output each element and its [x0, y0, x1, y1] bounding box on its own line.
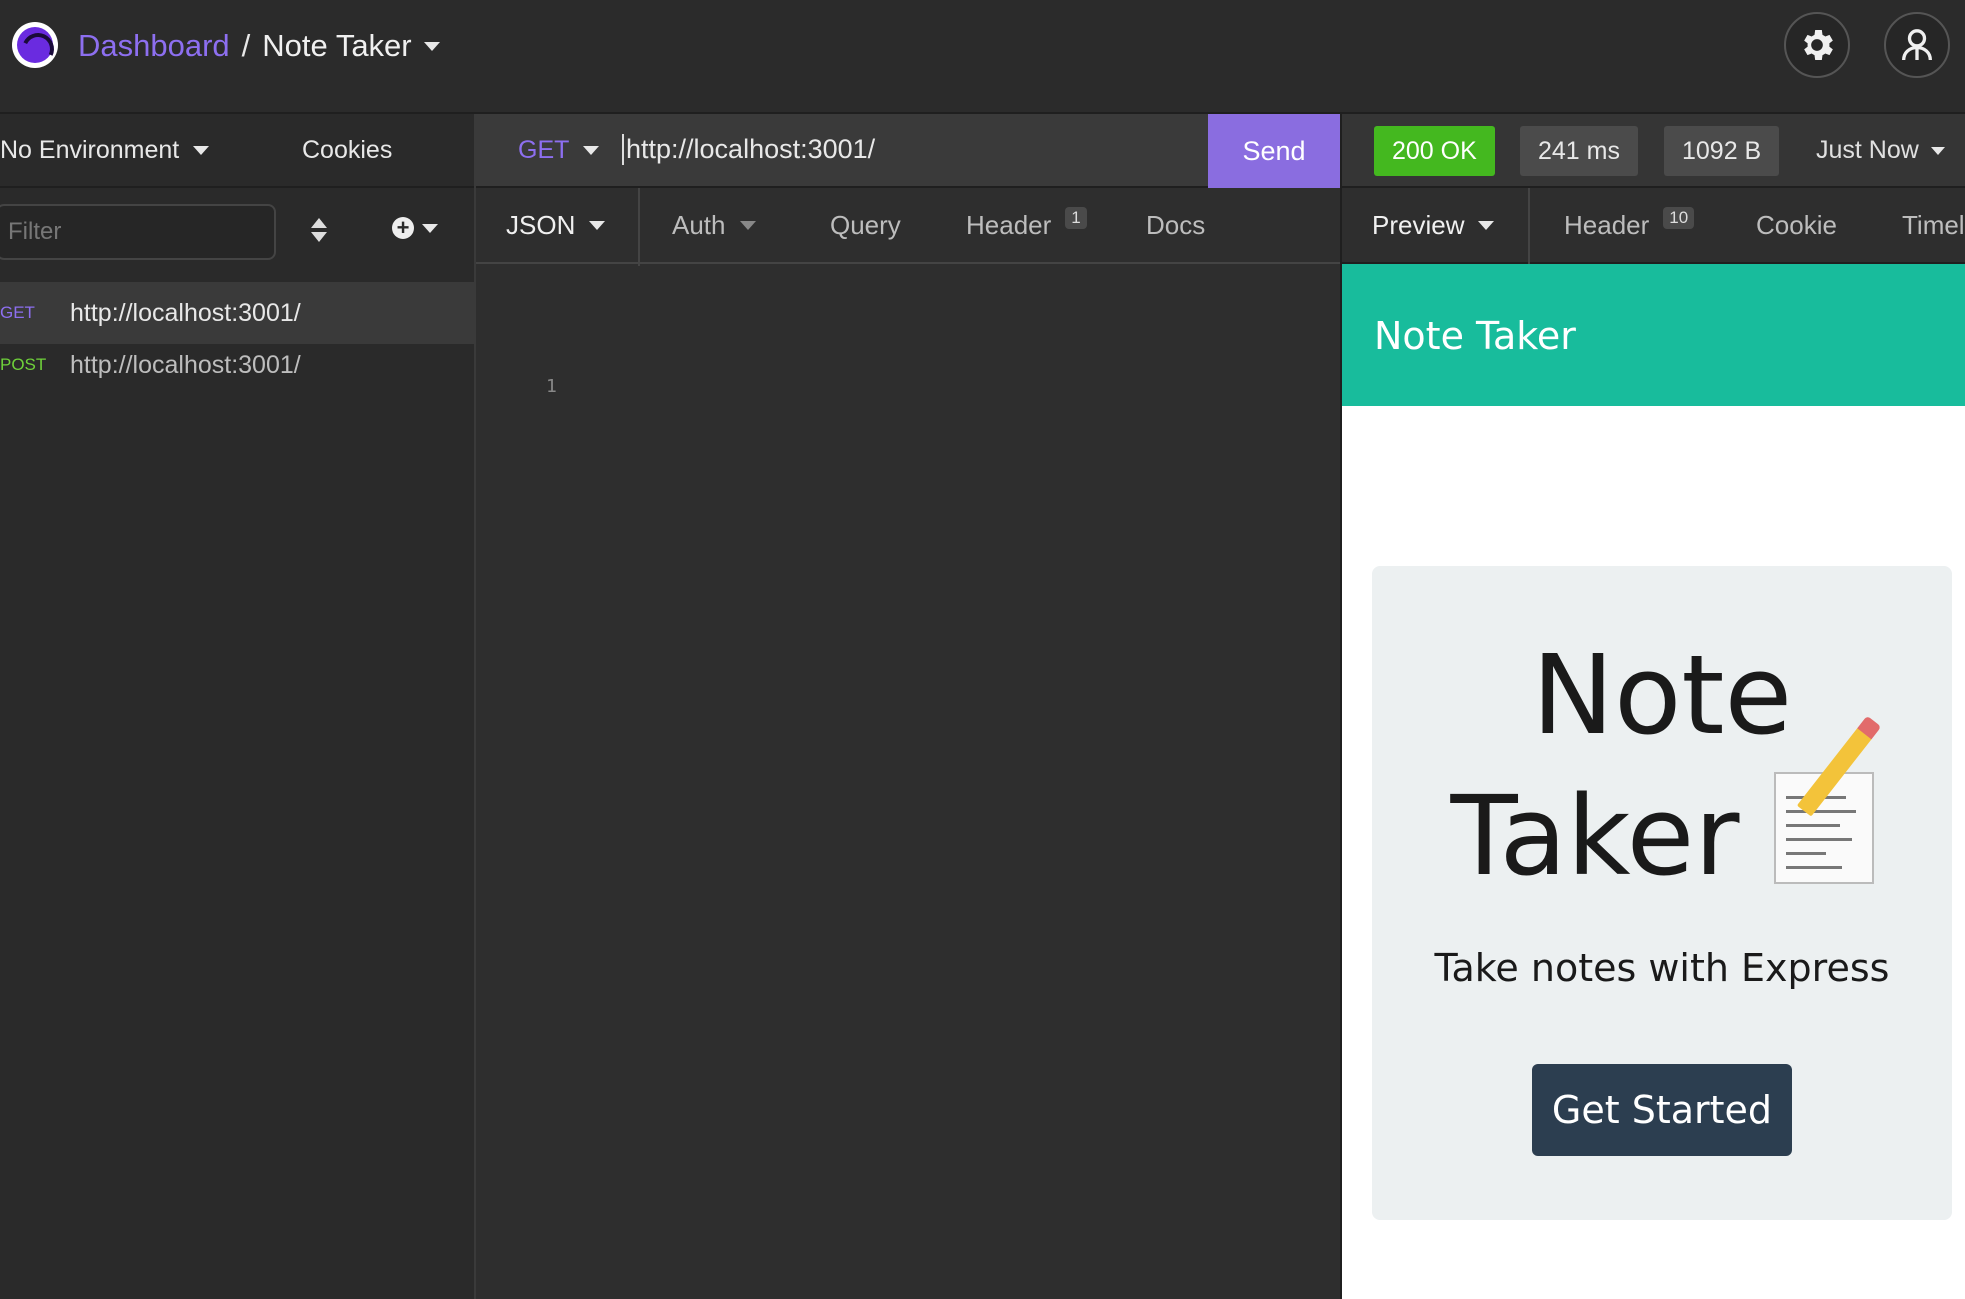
breadcrumb-dashboard-link[interactable]: Dashboard [78, 28, 230, 64]
tab-cookie[interactable]: Cookie [1756, 210, 1837, 241]
tab-response-header-label: Header [1564, 210, 1650, 240]
chevron-down-icon [193, 146, 210, 155]
insomnia-logo-icon [12, 22, 58, 68]
tab-cookie-label: Cookie [1756, 210, 1837, 240]
add-request-button[interactable]: + [392, 217, 438, 239]
chevron-down-icon[interactable] [423, 41, 440, 51]
settings-button[interactable] [1784, 12, 1850, 78]
preview-jumbotron: Note Taker Take notes with Express Get S… [1372, 566, 1952, 1220]
history-label: Just Now [1816, 136, 1919, 164]
preview-title-line2: Taker [1450, 772, 1740, 900]
plus-icon: + [392, 217, 414, 239]
workspace-name[interactable]: Note Taker [262, 28, 411, 64]
tab-timeline-label: Timel [1902, 210, 1965, 240]
memo-icon [1773, 726, 1874, 884]
chevron-down-icon [589, 221, 606, 230]
preview-subtitle: Take notes with Express [1434, 946, 1890, 990]
preview-navbar: Note Taker [1342, 264, 1965, 406]
tab-docs-label: Docs [1146, 210, 1206, 240]
url-bar: GET http://localhost:3001/ Send [476, 114, 1340, 188]
editor-line-number: 1 [546, 376, 557, 397]
chevron-down-icon [583, 146, 600, 155]
tab-body-label: JSON [506, 210, 576, 240]
response-header-count-badge: 10 [1663, 206, 1695, 229]
request-pane: GET http://localhost:3001/ Send JSON Aut… [476, 114, 1340, 1299]
preview-brand[interactable]: Note Taker [1374, 314, 1576, 358]
tab-preview[interactable]: Preview [1372, 210, 1495, 241]
breadcrumb: Dashboard / Note Taker [78, 28, 440, 64]
tab-header[interactable]: Header 1 [966, 206, 1087, 241]
request-tabs: JSON Auth Query Header 1 Docs [476, 188, 1340, 264]
request-item-post[interactable]: POST http://localhost:3001/ [0, 334, 476, 396]
tab-query[interactable]: Query [830, 210, 901, 241]
tab-divider [1528, 188, 1530, 264]
chevron-down-icon [739, 221, 756, 230]
breadcrumb-separator: / [241, 28, 251, 63]
chevron-down-icon [422, 223, 438, 233]
cookies-button[interactable]: Cookies [302, 136, 392, 165]
sidebar: No Environment Cookies Filter + GET http… [0, 114, 476, 1299]
chevron-down-icon [1930, 146, 1945, 155]
environment-label: No Environment [0, 136, 180, 164]
header-count-badge: 1 [1065, 206, 1087, 229]
response-status-bar: 200 OK 241 ms 1092 B Just Now [1342, 114, 1965, 188]
environment-selector[interactable]: No Environment [0, 136, 210, 165]
request-url-label: http://localhost:3001/ [70, 350, 301, 379]
preview-title: Note Taker [1372, 628, 1952, 903]
request-method-label: GET [0, 303, 35, 322]
tab-auth-label: Auth [672, 210, 726, 240]
tab-preview-label: Preview [1372, 210, 1465, 240]
response-tabs: Preview Header 10 Cookie Timel [1342, 188, 1965, 264]
filter-row: Filter + [0, 204, 476, 266]
url-input[interactable]: http://localhost:3001/ [622, 134, 1182, 165]
environment-row: No Environment Cookies [0, 114, 474, 188]
tab-auth[interactable]: Auth [672, 210, 756, 241]
tab-response-header[interactable]: Header 10 [1564, 206, 1695, 241]
get-started-button[interactable]: Get Started [1532, 1064, 1792, 1156]
send-button[interactable]: Send [1208, 114, 1340, 188]
response-size-badge: 1092 B [1664, 126, 1780, 176]
method-selector[interactable]: GET [518, 136, 600, 165]
method-label: GET [518, 136, 570, 164]
top-bar: Dashboard / Note Taker [0, 0, 1965, 114]
tab-header-label: Header [966, 210, 1052, 240]
user-icon [1902, 29, 1932, 61]
response-time-badge: 241 ms [1520, 126, 1638, 176]
chevron-down-icon [1478, 221, 1495, 230]
filter-input[interactable]: Filter [0, 204, 276, 260]
gear-icon [1804, 30, 1833, 60]
request-url-label: http://localhost:3001/ [70, 298, 301, 327]
account-button[interactable] [1884, 12, 1950, 78]
tab-docs[interactable]: Docs [1146, 210, 1205, 241]
tab-query-label: Query [830, 210, 901, 240]
status-badge: 200 OK [1374, 126, 1495, 176]
history-dropdown[interactable]: Just Now [1816, 136, 1945, 165]
request-method-label: POST [0, 355, 47, 374]
tab-divider [638, 188, 640, 266]
sort-icon[interactable] [308, 218, 330, 246]
tab-timeline[interactable]: Timel [1902, 210, 1965, 241]
tab-body[interactable]: JSON [506, 210, 606, 241]
preview-title-line2-row: Taker [1372, 726, 1952, 903]
response-pane: 200 OK 241 ms 1092 B Just Now Preview He… [1340, 114, 1965, 1299]
